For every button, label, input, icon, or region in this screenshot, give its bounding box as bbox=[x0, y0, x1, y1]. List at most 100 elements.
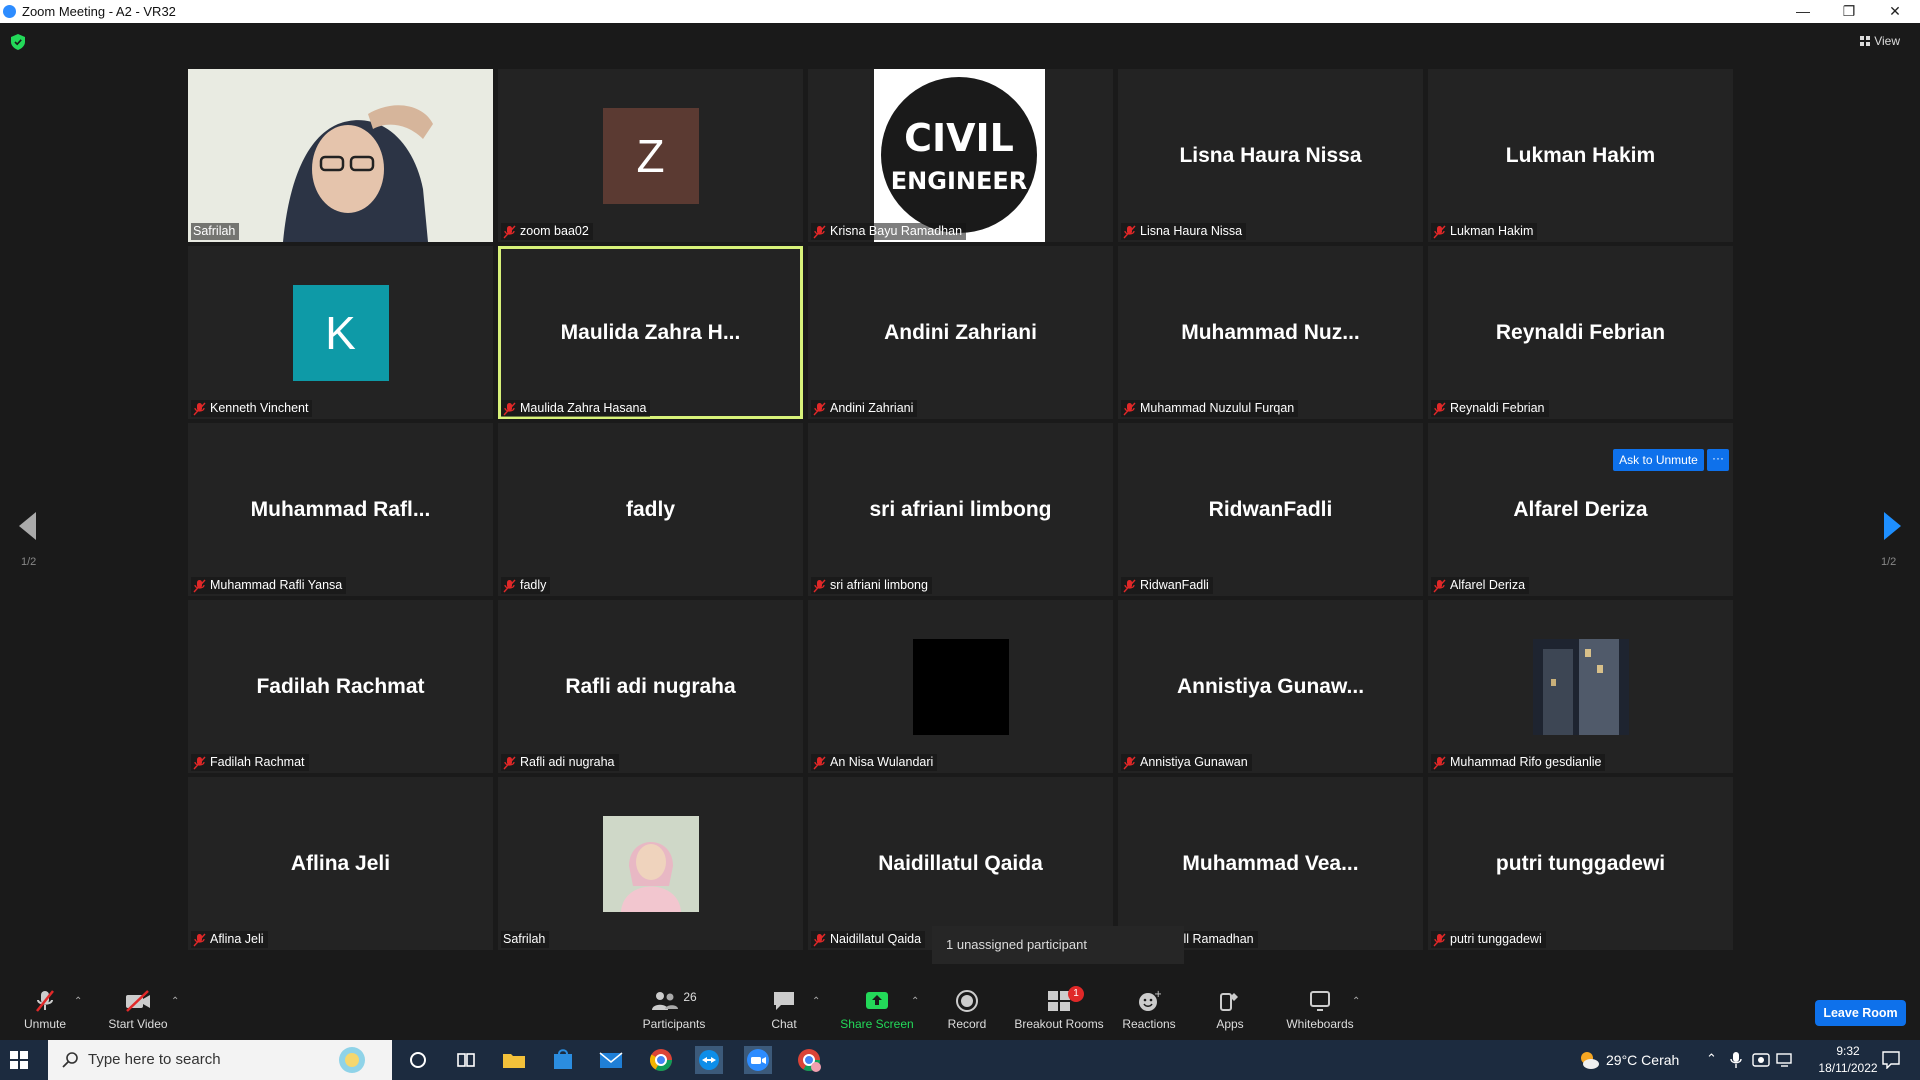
network-icon[interactable] bbox=[1776, 1052, 1794, 1068]
whiteboard-options-caret-icon[interactable]: ⌃ bbox=[1352, 996, 1360, 1007]
microphone-tray-icon[interactable] bbox=[1730, 1051, 1742, 1069]
participant-display-name: Lukman Hakim bbox=[1505, 143, 1656, 167]
participant-tile[interactable]: Safrilah bbox=[188, 69, 493, 242]
chat-options-caret-icon[interactable]: ⌃ bbox=[812, 996, 820, 1007]
participant-name-label: Naidillatul Qaida bbox=[811, 931, 926, 948]
chrome-profile-icon[interactable] bbox=[795, 1046, 823, 1074]
participant-display-name: Fadilah Rachmat bbox=[256, 674, 425, 698]
microphone-muted-icon bbox=[36, 990, 54, 1012]
video-options-caret-icon[interactable]: ⌃ bbox=[171, 996, 179, 1007]
participant-tile[interactable]: sri afriani limbong sri afriani limbong bbox=[808, 423, 1113, 596]
clock-time[interactable]: 9:32 bbox=[1823, 1044, 1873, 1058]
participant-tile[interactable]: Safrilah bbox=[498, 777, 803, 950]
participant-tile[interactable]: Muhammad Vea... mad Vearell Ramadhan bbox=[1118, 777, 1423, 950]
show-hidden-icons-caret-icon[interactable]: ⌃ bbox=[1706, 1051, 1717, 1067]
share-options-caret-icon[interactable]: ⌃ bbox=[911, 996, 919, 1007]
participant-display-name: Muhammad Rafl... bbox=[250, 497, 431, 521]
view-button[interactable]: View bbox=[1860, 34, 1900, 48]
next-page-arrow-icon[interactable] bbox=[1883, 512, 1901, 540]
participant-name-text: Annistiya Gunawan bbox=[1140, 755, 1248, 769]
participant-name-label: Lisna Haura Nissa bbox=[1121, 223, 1247, 240]
shield-icon[interactable] bbox=[11, 34, 25, 50]
taskbar-search-box[interactable]: Type here to search bbox=[48, 1040, 392, 1080]
cortana-icon[interactable] bbox=[404, 1046, 432, 1074]
ask-to-unmute-button[interactable]: Ask to Unmute bbox=[1613, 449, 1704, 471]
participant-tile[interactable]: Rafli adi nugraha Rafli adi nugraha bbox=[498, 600, 803, 773]
task-view-icon[interactable] bbox=[452, 1046, 480, 1074]
participant-name-label: Aflina Jeli bbox=[191, 931, 268, 948]
participant-tile[interactable]: Reynaldi Febrian Reynaldi Febrian bbox=[1428, 246, 1733, 419]
participant-name-text: Maulida Zahra Hasana bbox=[520, 401, 647, 415]
whiteboards-button[interactable]: Whiteboards bbox=[1280, 980, 1360, 1040]
participant-name-label: Maulida Zahra Hasana bbox=[501, 400, 651, 417]
breakout-rooms-button[interactable]: 1 Breakout Rooms bbox=[1013, 980, 1105, 1040]
muted-mic-icon bbox=[813, 933, 826, 946]
leave-room-button[interactable]: Leave Room bbox=[1815, 1000, 1906, 1026]
participant-tile[interactable]: CIVIL ENGINEER Krisna Bayu Ramadhan bbox=[808, 69, 1113, 242]
participant-tile[interactable]: Andini Zahriani Andini Zahriani bbox=[808, 246, 1113, 419]
file-explorer-icon[interactable] bbox=[500, 1046, 528, 1074]
participants-button[interactable]: 26 Participants bbox=[638, 980, 710, 1040]
teamviewer-icon[interactable] bbox=[695, 1046, 723, 1074]
participant-tile[interactable]: Annistiya Gunaw... Annistiya Gunawan bbox=[1118, 600, 1423, 773]
zoom-tray-icon[interactable] bbox=[1752, 1052, 1770, 1068]
more-options-button[interactable]: ··· bbox=[1707, 449, 1729, 471]
restore-button[interactable]: ❐ bbox=[1826, 0, 1872, 23]
participant-tile[interactable]: Zzoom baa02 bbox=[498, 69, 803, 242]
reactions-button[interactable]: + Reactions bbox=[1120, 980, 1178, 1040]
participant-name-label: RidwanFadli bbox=[1121, 577, 1213, 594]
participant-display-name: Lisna Haura Nissa bbox=[1179, 143, 1362, 167]
participant-tile[interactable]: RidwanFadli RidwanFadli bbox=[1118, 423, 1423, 596]
muted-mic-icon bbox=[1433, 225, 1446, 238]
minimize-button[interactable]: — bbox=[1780, 0, 1826, 23]
participant-tile[interactable]: putri tunggadewi putri tunggadewi bbox=[1428, 777, 1733, 950]
participant-tile[interactable]: An Nisa Wulandari bbox=[808, 600, 1113, 773]
participant-name-text: Andini Zahriani bbox=[830, 401, 914, 415]
participant-name-label: Lukman Hakim bbox=[1431, 223, 1538, 240]
previous-page-arrow-icon[interactable] bbox=[19, 512, 37, 540]
participant-name-text: Safrilah bbox=[193, 224, 236, 238]
participant-tile[interactable]: Naidillatul Qaida Naidillatul Qaida bbox=[808, 777, 1113, 950]
window-titlebar: Zoom Meeting - A2 - VR32 — ❐ ✕ bbox=[0, 0, 1920, 23]
participant-tile[interactable]: Lukman Hakim Lukman Hakim bbox=[1428, 69, 1733, 242]
clock-date[interactable]: 18/11/2022 bbox=[1803, 1061, 1893, 1075]
participant-tile[interactable]: Aflina Jeli Aflina Jeli bbox=[188, 777, 493, 950]
chat-label: Chat bbox=[771, 1017, 797, 1031]
windows-start-icon[interactable] bbox=[10, 1051, 28, 1069]
participant-tile[interactable]: Muhammad Rifo gesdianlie bbox=[1428, 600, 1733, 773]
chat-icon bbox=[774, 992, 794, 1010]
participant-tile[interactable]: Muhammad Nuz... Muhammad Nuzulul Furqan bbox=[1118, 246, 1423, 419]
muted-mic-icon bbox=[1433, 933, 1446, 946]
microsoft-store-icon[interactable] bbox=[549, 1046, 577, 1074]
muted-mic-icon bbox=[813, 402, 826, 415]
audio-options-caret-icon[interactable]: ⌃ bbox=[74, 996, 82, 1007]
chrome-icon[interactable] bbox=[647, 1046, 675, 1074]
weather-icon[interactable] bbox=[1578, 1049, 1600, 1071]
mail-icon[interactable] bbox=[597, 1046, 625, 1074]
participant-tile[interactable]: K Kenneth Vinchent bbox=[188, 246, 493, 419]
participant-tile[interactable]: Maulida Zahra H... Maulida Zahra Hasana bbox=[498, 246, 803, 419]
weather-text[interactable]: 29°C Cerah bbox=[1606, 1052, 1679, 1068]
whiteboard-icon bbox=[1310, 991, 1330, 1011]
close-button[interactable]: ✕ bbox=[1872, 0, 1918, 23]
participant-name-text: Lukman Hakim bbox=[1450, 224, 1534, 238]
share-screen-label: Share Screen bbox=[840, 1017, 914, 1031]
participant-tile[interactable]: Fadilah Rachmat Fadilah Rachmat bbox=[188, 600, 493, 773]
participant-display-name: Alfarel Deriza bbox=[1513, 497, 1648, 521]
notifications-icon[interactable] bbox=[1882, 1051, 1900, 1069]
participant-tile[interactable]: Lisna Haura Nissa Lisna Haura Nissa bbox=[1118, 69, 1423, 242]
muted-mic-icon bbox=[193, 933, 206, 946]
participant-tile[interactable]: fadly fadly bbox=[498, 423, 803, 596]
unmute-button[interactable]: Unmute bbox=[15, 980, 75, 1040]
participant-display-name: RidwanFadli bbox=[1208, 497, 1333, 521]
participant-avatar bbox=[1532, 638, 1629, 735]
participant-name-text: zoom baa02 bbox=[520, 224, 589, 238]
chat-button[interactable]: Chat bbox=[759, 980, 809, 1040]
zoom-app-icon[interactable] bbox=[744, 1046, 772, 1074]
participant-tile[interactable]: Muhammad Rafl... Muhammad Rafli Yansa bbox=[188, 423, 493, 596]
share-screen-button[interactable]: Share Screen bbox=[836, 980, 918, 1040]
apps-button[interactable]: Apps bbox=[1210, 980, 1250, 1040]
participant-display-name: putri tunggadewi bbox=[1495, 851, 1666, 875]
record-button[interactable]: Record bbox=[942, 980, 992, 1040]
start-video-button[interactable]: Start Video bbox=[103, 980, 173, 1040]
